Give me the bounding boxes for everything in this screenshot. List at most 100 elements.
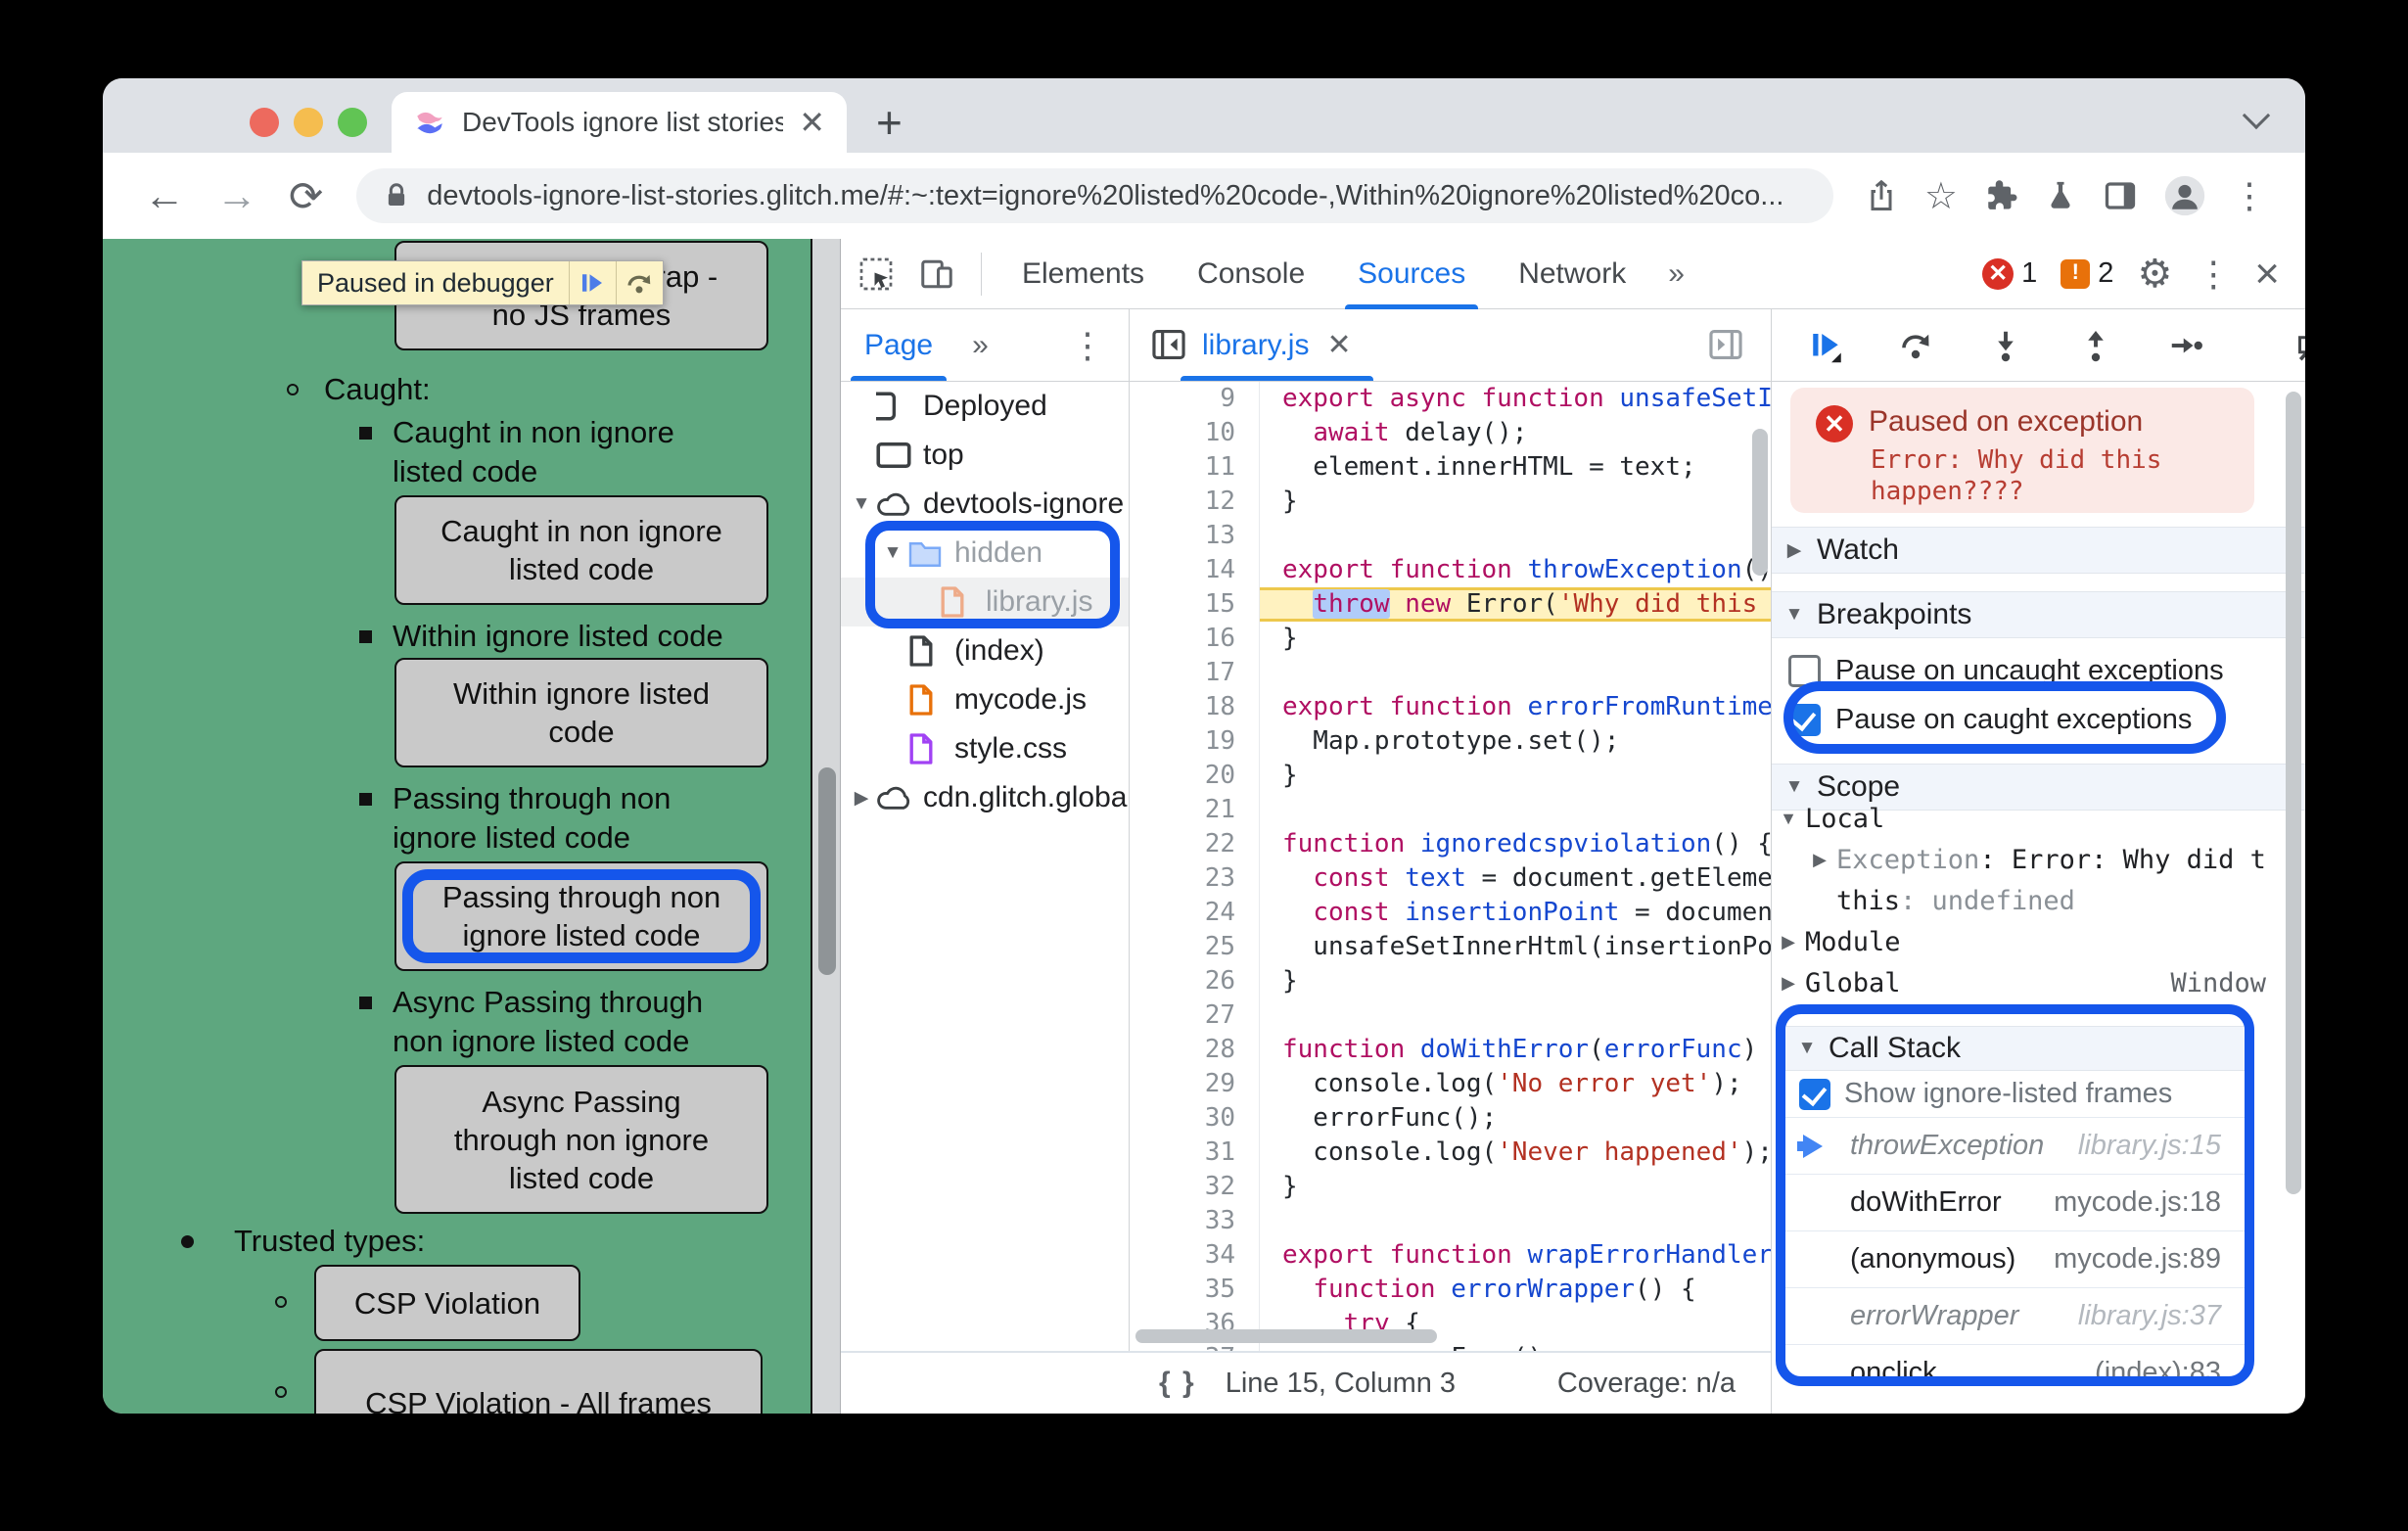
forward-icon[interactable]: → xyxy=(216,172,257,219)
tree-item-top[interactable]: top xyxy=(841,431,1129,480)
experiments-flask-icon[interactable] xyxy=(2044,179,2077,212)
chevron-down-icon[interactable]: ▼ xyxy=(878,542,907,564)
scope-row-this[interactable]: this: undefined xyxy=(1772,880,2305,921)
csp-violation-button[interactable]: CSP Violation xyxy=(314,1265,580,1341)
extensions-puzzle-icon[interactable] xyxy=(1983,178,2018,213)
code-line-29[interactable]: 29 console.log('No error yet'); xyxy=(1130,1067,1771,1101)
line-number[interactable]: 28 xyxy=(1130,1033,1259,1067)
code-line-30[interactable]: 30 errorFunc(); xyxy=(1130,1101,1771,1136)
line-number[interactable]: 32 xyxy=(1130,1170,1259,1204)
tree-item-devtools-ignore[interactable]: ▼ devtools-ignore xyxy=(841,480,1129,529)
scope-row-global[interactable]: ▶ Global Window xyxy=(1772,962,2305,1003)
code-line-14[interactable]: 14 export function throwException() { xyxy=(1130,553,1771,587)
devtools-tab-console[interactable]: Console xyxy=(1171,239,1331,309)
call-stack-frame-errorwrapper[interactable]: errorWrapper library.js:37 xyxy=(1785,1288,2245,1345)
tree-item-deployed[interactable]: Deployed xyxy=(841,382,1129,431)
profile-avatar[interactable] xyxy=(2163,174,2206,217)
within-ignore-button[interactable]: Within ignore listed code xyxy=(394,658,768,767)
call-stack-frame-onclick[interactable]: onclick (index):83 xyxy=(1785,1345,2245,1376)
line-number[interactable]: 29 xyxy=(1130,1067,1259,1101)
chevron-down-icon[interactable]: ▼ xyxy=(1772,809,1805,829)
code-line-24[interactable]: 24 const insertionPoint = document.getEl… xyxy=(1130,896,1771,930)
code-editor[interactable]: 9 export async function unsafeSetInnerHtm… xyxy=(1130,382,1771,1351)
code-line-13[interactable]: 13 xyxy=(1130,519,1771,553)
show-sidebar-icon[interactable] xyxy=(1707,326,1744,363)
pretty-print-icon[interactable]: { } xyxy=(1159,1367,1196,1400)
code-line-17[interactable]: 17 xyxy=(1130,656,1771,690)
tree-item-library-js[interactable]: library.js xyxy=(841,578,1129,626)
code-line-19[interactable]: 19 Map.prototype.set(); xyxy=(1130,724,1771,759)
line-number[interactable]: 13 xyxy=(1130,519,1259,553)
browser-tab[interactable]: DevTools ignore list stories ✕ xyxy=(392,92,847,153)
devtools-tab-network[interactable]: Network xyxy=(1492,239,1652,309)
line-number[interactable]: 12 xyxy=(1130,485,1259,519)
console-issues-badge[interactable]: ! 2 xyxy=(2061,257,2113,290)
device-toolbar-icon[interactable] xyxy=(919,256,954,292)
resume-script-icon[interactable] xyxy=(568,261,616,304)
code-line-35[interactable]: 35 function errorWrapper() { xyxy=(1130,1273,1771,1307)
tree-item-cdn-glitch-globa[interactable]: ▶ cdn.glitch.globa xyxy=(841,773,1129,822)
tree-item--index-[interactable]: (index) xyxy=(841,626,1129,675)
line-number[interactable]: 10 xyxy=(1130,416,1259,450)
page-scrollbar-thumb[interactable] xyxy=(818,767,836,975)
scope-row-module[interactable]: ▶ Module xyxy=(1772,921,2305,962)
call-stack-frame-throwexception[interactable]: throwException library.js:15 xyxy=(1785,1118,2245,1175)
line-number[interactable]: 30 xyxy=(1130,1101,1259,1136)
line-number[interactable]: 25 xyxy=(1130,930,1259,964)
code-line-21[interactable]: 21 xyxy=(1130,793,1771,827)
line-number[interactable]: 18 xyxy=(1130,690,1259,724)
step-icon[interactable] xyxy=(2168,328,2203,363)
chevron-right-icon[interactable]: ▶ xyxy=(847,787,876,810)
zoom-window-button[interactable] xyxy=(338,108,367,137)
share-icon[interactable] xyxy=(1864,178,1899,213)
line-number[interactable]: 33 xyxy=(1130,1204,1259,1238)
inspect-element-icon[interactable] xyxy=(858,256,894,292)
reload-icon[interactable]: ⟳ xyxy=(289,172,323,220)
minimize-window-button[interactable] xyxy=(294,108,323,137)
resume-execution-icon[interactable] xyxy=(1808,328,1843,363)
navigator-menu-icon[interactable]: ⋮ xyxy=(1070,325,1105,366)
line-number[interactable]: 11 xyxy=(1130,450,1259,485)
line-number[interactable]: 35 xyxy=(1130,1273,1259,1307)
editor-vscrollbar-thumb[interactable] xyxy=(1752,429,1768,576)
devtools-menu-icon[interactable]: ⋮ xyxy=(2196,254,2231,295)
line-number[interactable]: 17 xyxy=(1130,656,1259,690)
code-line-26[interactable]: 26} xyxy=(1130,964,1771,998)
code-line-23[interactable]: 23 const text = document.getElementById( xyxy=(1130,861,1771,896)
code-line-31[interactable]: 31 console.log('Never happened'); xyxy=(1130,1136,1771,1170)
call-stack-section-header[interactable]: ▼ Call Stack xyxy=(1785,1026,2245,1071)
checkbox-unchecked-icon[interactable] xyxy=(1788,654,1821,687)
deactivate-breakpoints-icon[interactable] xyxy=(2295,328,2305,363)
code-line-9[interactable]: 9 export async function unsafeSetInnerHtm… xyxy=(1130,382,1771,416)
settings-gear-icon[interactable]: ⚙ xyxy=(2137,252,2172,297)
line-number[interactable]: 9 xyxy=(1130,382,1259,416)
watch-section-header[interactable]: ▶ Watch xyxy=(1772,527,2305,574)
sidebar-scrollbar-thumb[interactable] xyxy=(2286,392,2301,1194)
chevron-down-icon[interactable]: ▼ xyxy=(847,493,876,515)
step-over-icon[interactable] xyxy=(615,261,663,304)
chevron-right-icon[interactable]: ▶ xyxy=(1772,973,1805,994)
line-number[interactable]: 22 xyxy=(1130,827,1259,861)
editor-hscrollbar-thumb[interactable] xyxy=(1135,1329,1437,1343)
code-line-25[interactable]: 25 unsafeSetInnerHtml(insertionPoint, te… xyxy=(1130,930,1771,964)
breakpoints-section-header[interactable]: ▼ Breakpoints xyxy=(1772,591,2305,638)
code-line-27[interactable]: 27 xyxy=(1130,998,1771,1033)
chevron-right-icon[interactable]: ▶ xyxy=(1772,932,1805,952)
more-tabs-icon[interactable]: » xyxy=(1652,257,1698,291)
code-line-33[interactable]: 33 xyxy=(1130,1204,1771,1238)
scope-row-exception[interactable]: ▶ Exception: Error: Why did t xyxy=(1772,839,2305,880)
devtools-tab-sources[interactable]: Sources xyxy=(1331,239,1492,309)
line-number[interactable]: 24 xyxy=(1130,896,1259,930)
async-passing-button[interactable]: Async Passing through non ignore listed … xyxy=(394,1065,768,1214)
code-line-10[interactable]: 10 await delay(); xyxy=(1130,416,1771,450)
back-icon[interactable]: ← xyxy=(144,172,185,219)
code-line-15[interactable]: 15 throw new Error('Why did this happen?… xyxy=(1130,587,1771,622)
close-tab-icon[interactable]: ✕ xyxy=(799,104,825,141)
code-line-32[interactable]: 32} xyxy=(1130,1170,1771,1204)
tree-item-hidden[interactable]: ▼ hidden xyxy=(841,529,1129,578)
chevron-right-icon[interactable]: ▶ xyxy=(1803,850,1836,870)
console-errors-badge[interactable]: ✕ 1 xyxy=(1982,257,2037,290)
code-line-11[interactable]: 11 element.innerHTML = text; xyxy=(1130,450,1771,485)
close-devtools-icon[interactable]: × xyxy=(2254,252,2280,295)
pause-caught-row[interactable]: Pause on caught exceptions xyxy=(1772,697,2305,742)
